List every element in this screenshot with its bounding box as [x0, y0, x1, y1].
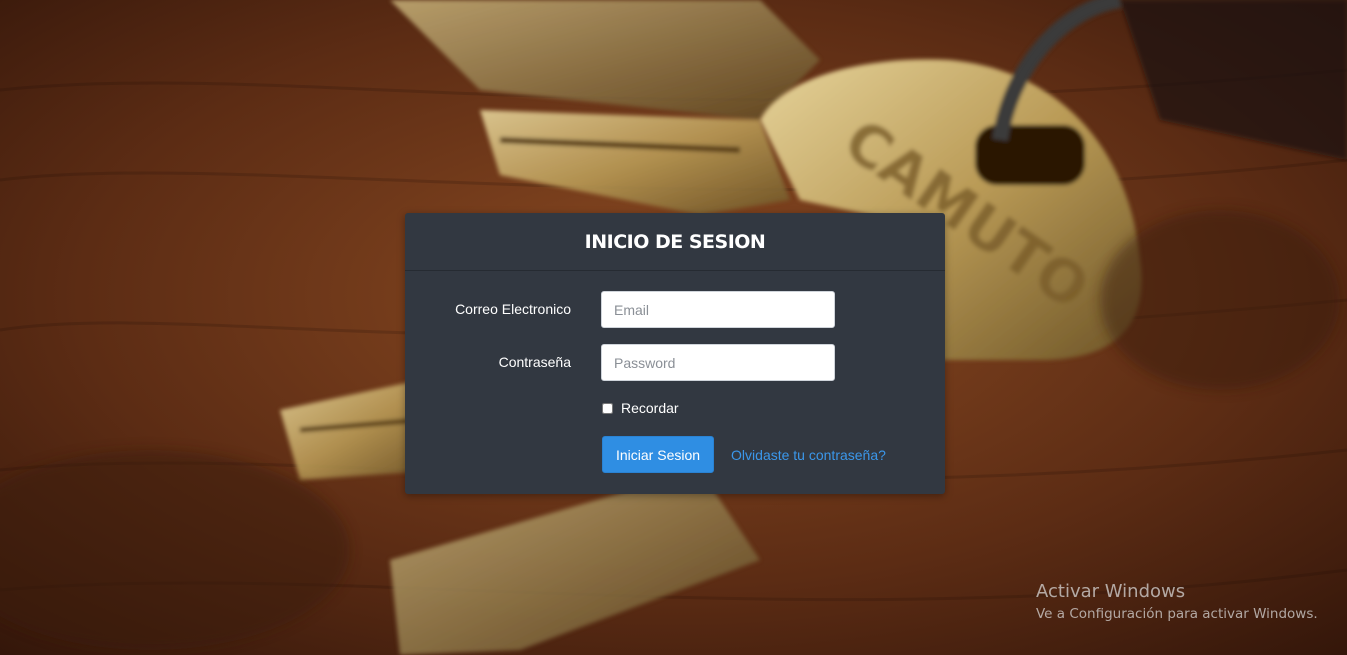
email-label: Correo Electronico: [455, 301, 571, 317]
remember-label: Recordar: [621, 400, 679, 416]
windows-activation-watermark: Activar Windows Ve a Configuración para …: [1036, 581, 1318, 625]
email-input[interactable]: [601, 291, 835, 328]
password-label: Contraseña: [498, 354, 571, 370]
login-title: INICIO DE SESION: [584, 230, 766, 253]
email-row: Correo Electronico: [405, 291, 945, 329]
password-input[interactable]: [601, 344, 835, 381]
password-row: Contraseña: [405, 344, 945, 382]
forgot-password-link[interactable]: Olvidaste tu contraseña?: [731, 447, 886, 463]
form-actions: Iniciar Sesion Olvidaste tu contraseña?: [602, 436, 886, 473]
remember-me[interactable]: Recordar: [602, 400, 679, 416]
login-card-header: INICIO DE SESION: [405, 213, 945, 271]
login-button[interactable]: Iniciar Sesion: [602, 436, 715, 473]
watermark-title: Activar Windows: [1036, 581, 1186, 602]
login-page: CAMUTO INICIO DE SESION Correo Electroni…: [0, 0, 1347, 655]
login-card: INICIO DE SESION Correo Electronico Cont…: [405, 213, 945, 494]
watermark-subtitle: Ve a Configuración para activar Windows.: [1036, 606, 1318, 622]
remember-checkbox[interactable]: [602, 402, 613, 414]
